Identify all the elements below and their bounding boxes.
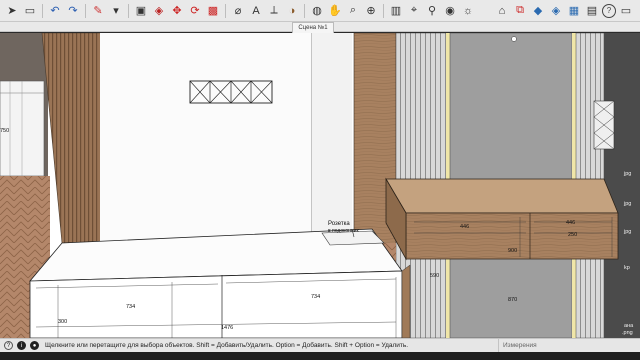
- styles-icon[interactable]: ▦: [566, 3, 582, 19]
- right-dark-area: [604, 33, 640, 338]
- rectangle-icon[interactable]: ▣: [133, 3, 149, 19]
- outlet-label: Розетка: [328, 221, 350, 227]
- shape-icon[interactable]: ▾: [108, 3, 124, 19]
- dim-upper-height: 250: [568, 232, 578, 238]
- side-file-label-2: jpg: [624, 201, 632, 207]
- look-icon[interactable]: ◉: [442, 3, 458, 19]
- account-icon[interactable]: ?: [602, 3, 616, 18]
- info-icon[interactable]: i: [17, 341, 26, 350]
- section-icon[interactable]: ▥: [388, 3, 404, 19]
- toolbar-divider: [85, 3, 86, 18]
- zoom-extents-icon[interactable]: ⊕: [363, 3, 379, 19]
- side-file-label-6: .png: [622, 330, 633, 336]
- scene-tab[interactable]: Сцена №1: [292, 22, 334, 33]
- toolbar-divider: [383, 3, 384, 18]
- lower-white-cabinet[interactable]: [29, 228, 403, 338]
- move-icon[interactable]: ✥: [169, 3, 185, 19]
- measurements-label: Измерения: [503, 342, 537, 349]
- model-drawing: [0, 33, 640, 338]
- dim-lower-total: 1476: [221, 325, 234, 331]
- zoom-icon[interactable]: ⌕: [345, 3, 361, 19]
- side-file-label-5: ана: [624, 323, 634, 329]
- dim-upper-right-width: 446: [566, 220, 576, 226]
- scenes-icon[interactable]: ▤: [584, 3, 600, 19]
- dim-upper-left-width: 446: [460, 224, 470, 230]
- side-file-label-3: jpg: [624, 229, 632, 235]
- dim-far-left: 750: [0, 128, 10, 134]
- extensions-icon[interactable]: ▭: [618, 3, 634, 19]
- orbit-icon[interactable]: ◍: [309, 3, 325, 19]
- dim-lower-right-width: 734: [311, 294, 321, 300]
- scale-icon[interactable]: ▩: [205, 3, 221, 19]
- rotate-icon[interactable]: ⟳: [187, 3, 203, 19]
- camera-icon[interactable]: ⌖: [406, 3, 422, 19]
- dim-gap-left: 590: [430, 273, 440, 279]
- outlet-sublabel: в подоконник: [328, 228, 359, 234]
- toolbar-divider: [128, 3, 129, 18]
- walk-icon[interactable]: ⚲: [424, 3, 440, 19]
- side-file-label-4: kp: [624, 265, 630, 271]
- dim-upper-depth: 900: [508, 248, 518, 254]
- dim-gap-right: 870: [508, 297, 518, 303]
- materials-icon[interactable]: ◈: [548, 3, 564, 19]
- push-pull-icon[interactable]: ◈: [151, 3, 167, 19]
- help-icon[interactable]: ?: [4, 341, 13, 350]
- status-hint: Щелкните или перетащите для выбора объек…: [45, 342, 409, 349]
- eraser-icon[interactable]: ▭: [22, 3, 38, 19]
- axes-icon[interactable]: ⟂: [266, 3, 282, 19]
- side-file-label-1: jpg: [624, 171, 632, 177]
- shadow-icon[interactable]: ☼: [460, 3, 476, 19]
- sketchup-window: ➤ ▭ ↶ ↷ ✎ ▾ ▣ ◈ ✥ ⟳ ▩ ⌀ A ⟂ ◑ ◍ ✋ ⌕ ⊕ ▥ …: [0, 0, 640, 360]
- dim-lower-height: 300: [58, 319, 68, 325]
- main-toolbar: ➤ ▭ ↶ ↷ ✎ ▾ ▣ ◈ ✥ ⟳ ▩ ⌀ A ⟂ ◑ ◍ ✋ ⌕ ⊕ ▥ …: [0, 0, 640, 22]
- model-viewport[interactable]: Розетка в подоконник 734 734 1476 300 44…: [0, 33, 640, 338]
- undo-icon[interactable]: ↶: [47, 3, 63, 19]
- toolbar-divider: [42, 3, 43, 18]
- home-icon[interactable]: ⌂: [494, 3, 510, 19]
- upper-wood-cabinet[interactable]: [385, 177, 619, 261]
- paint-icon[interactable]: ◑: [284, 3, 300, 19]
- measurements-box[interactable]: Измерения: [498, 339, 640, 352]
- text-icon[interactable]: A: [248, 3, 264, 19]
- toolbar-divider: [304, 3, 305, 18]
- toolbar-divider: [225, 3, 226, 18]
- dim-lower-left-width: 734: [126, 304, 136, 310]
- redo-icon[interactable]: ↷: [65, 3, 81, 19]
- toolbar-right-group: ⌂ ⧉ ◆ ◈ ▦ ▤ ? ▭: [494, 3, 640, 19]
- layers-icon[interactable]: ⧉: [512, 3, 528, 19]
- status-bar: ? i ● Щелкните или перетащите для выбора…: [0, 338, 640, 352]
- pan-icon[interactable]: ✋: [327, 3, 343, 19]
- select-icon[interactable]: ➤: [4, 3, 20, 19]
- bottom-window-strip: [0, 352, 640, 360]
- tape-icon[interactable]: ⌀: [230, 3, 246, 19]
- user-status-icon[interactable]: ●: [30, 341, 39, 350]
- components-icon[interactable]: ◆: [530, 3, 546, 19]
- pencil-icon[interactable]: ✎: [90, 3, 106, 19]
